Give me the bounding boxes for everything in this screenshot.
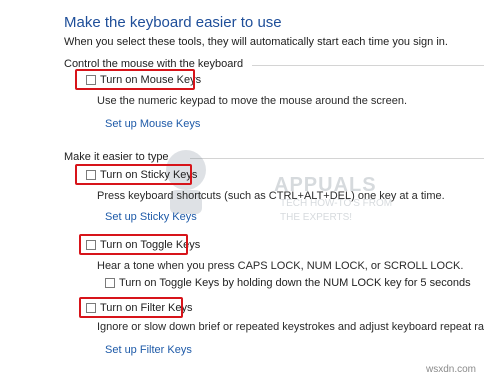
watermark-tagline-2: THE EXPERTS! <box>280 212 353 223</box>
page-subtitle: When you select these tools, they will a… <box>64 36 448 48</box>
section-heading-typing: Make it easier to type <box>64 151 169 163</box>
mouse-keys-description: Use the numeric keypad to move the mouse… <box>97 95 408 107</box>
sticky-keys-description: Press keyboard shortcuts (such as CTRL+A… <box>97 190 445 202</box>
mascot-icon <box>166 150 206 214</box>
toggle-keys-description: Hear a tone when you press CAPS LOCK, NU… <box>97 260 464 272</box>
checkbox-box[interactable] <box>86 303 96 313</box>
toggle-keys-checkbox[interactable]: Turn on Toggle Keys <box>86 239 200 251</box>
setup-sticky-keys-link[interactable]: Set up Sticky Keys <box>105 211 197 223</box>
sticky-keys-label: Turn on Sticky Keys <box>100 169 198 181</box>
toggle-keys-numlock-label: Turn on Toggle Keys by holding down the … <box>119 277 471 289</box>
mouse-keys-label-text: Turn on Mouse Keys <box>100 74 202 86</box>
section-divider <box>252 65 484 66</box>
filter-keys-checkbox[interactable]: Turn on Filter Keys <box>86 302 193 314</box>
setup-mouse-keys-link[interactable]: Set up Mouse Keys <box>105 118 200 130</box>
checkbox-box[interactable] <box>105 278 115 288</box>
page-title: Make the keyboard easier to use <box>64 14 282 31</box>
sticky-keys-checkbox[interactable]: Turn on Sticky Keys <box>86 169 197 181</box>
site-watermark: wsxdn.com <box>425 364 476 375</box>
checkbox-box[interactable] <box>86 240 96 250</box>
checkbox-box[interactable] <box>86 170 96 180</box>
toggle-keys-numlock-checkbox[interactable]: Turn on Toggle Keys by holding down the … <box>105 277 471 289</box>
toggle-keys-label: Turn on Toggle Keys <box>100 239 201 251</box>
filter-keys-description: Ignore or slow down brief or repeated ke… <box>97 321 484 333</box>
checkbox-box[interactable] <box>86 75 96 85</box>
filter-keys-label: Turn on Filter Keys <box>100 302 193 314</box>
setup-filter-keys-link[interactable]: Set up Filter Keys <box>105 344 192 356</box>
section-heading-mouse: Control the mouse with the keyboard <box>64 58 244 70</box>
mouse-keys-checkbox[interactable]: Turn on Mouse Keys <box>86 74 201 86</box>
